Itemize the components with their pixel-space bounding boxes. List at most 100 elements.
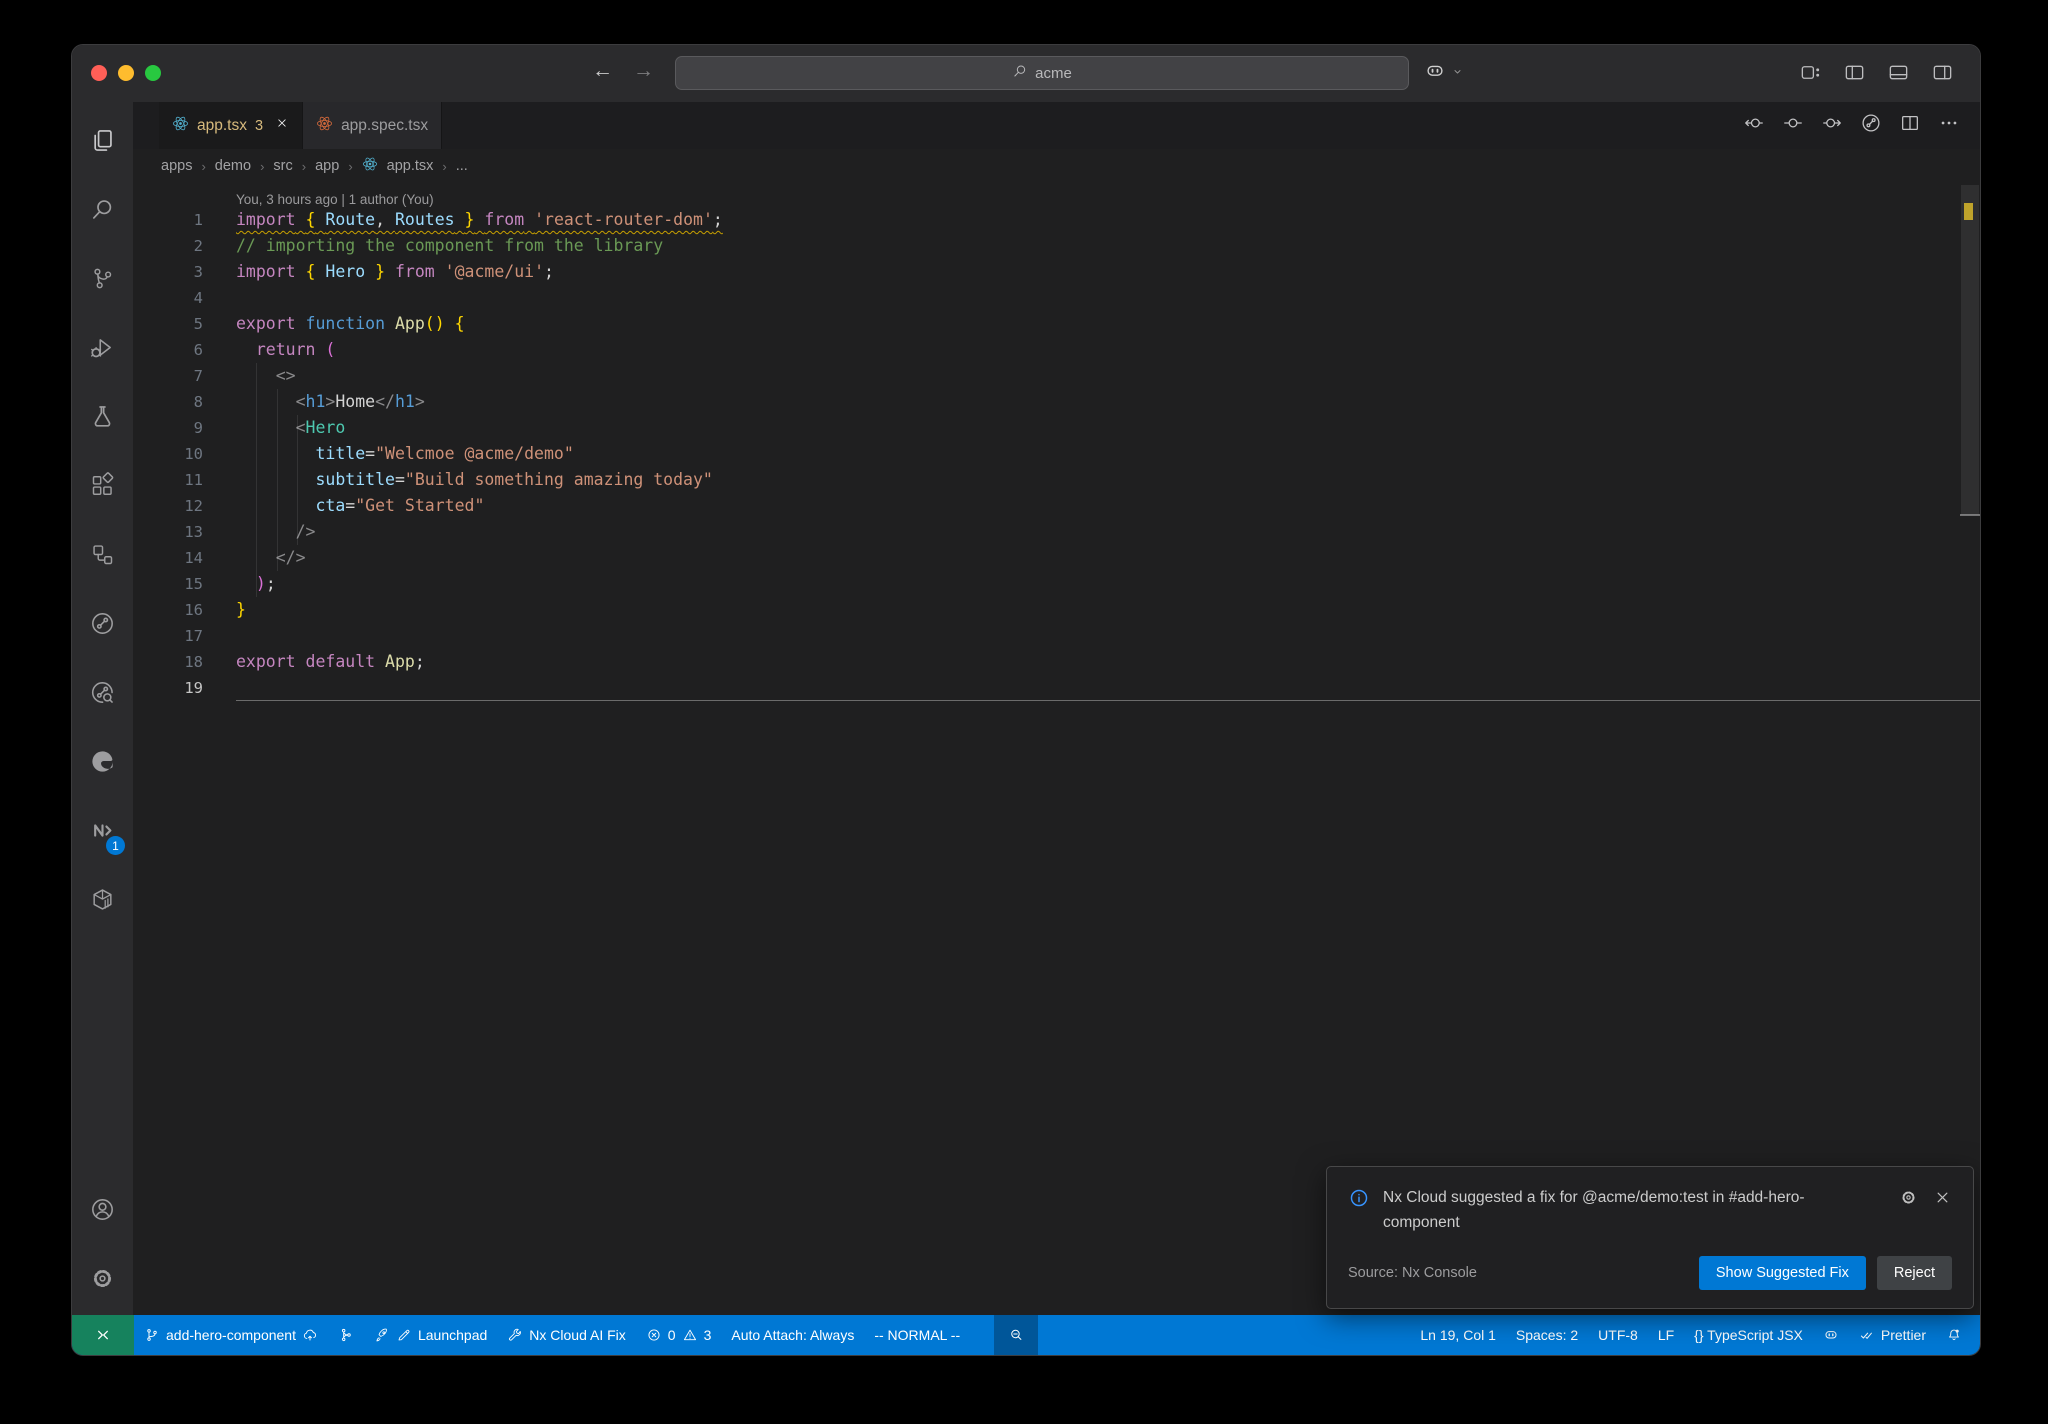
status-text: {} TypeScript JSX (1694, 1327, 1803, 1343)
notification-close-icon[interactable] (1933, 1188, 1952, 1212)
back-arrow-icon[interactable]: ← (592, 59, 613, 83)
code-line[interactable]: 11 subtitle="Build something amazing tod… (133, 467, 1980, 493)
status-text: -- NORMAL -- (874, 1327, 961, 1343)
status-item-git-branch[interactable]: add-hero-component (134, 1315, 328, 1355)
notification-settings-gear-icon[interactable] (1899, 1188, 1918, 1212)
line-number: 13 (184, 523, 203, 541)
nav-forward-icon[interactable] (1821, 112, 1843, 139)
status-item-notifications-bell[interactable] (1936, 1315, 1972, 1355)
code-line[interactable]: 16} (133, 597, 1980, 623)
status-item-source-control-graph[interactable] (328, 1315, 364, 1355)
activity-item-edge-browser[interactable] (72, 729, 133, 798)
customize-layout-icon[interactable] (1799, 61, 1822, 89)
toggle-secondary-sidebar-icon[interactable] (1931, 61, 1954, 89)
breadcrumb-item[interactable]: apps (161, 158, 192, 174)
copilot-icon (1424, 60, 1446, 87)
code-line[interactable]: 6 return ( (133, 337, 1980, 363)
code-line[interactable]: 8 <h1>Home</h1> (133, 389, 1980, 415)
tab-bar: app.tsx 3 app.spec.tsx (133, 102, 1980, 149)
status-item-encoding[interactable]: UTF-8 (1588, 1315, 1648, 1355)
warning-icon (682, 1327, 698, 1343)
status-item-cursor-position[interactable]: Ln 19, Col 1 (1410, 1315, 1506, 1355)
code-editor[interactable]: You, 3 hours ago | 1 author (You) 1 impor… (133, 183, 1980, 1315)
scrollbar[interactable] (1960, 183, 1980, 1315)
code-line[interactable]: 18 export default App; (133, 649, 1980, 675)
code-line[interactable]: 5 export function App() { (133, 311, 1980, 337)
status-right-group: Ln 19, Col 1 Spaces: 2 UTF-8 LF {} TypeScrip… (1410, 1315, 1980, 1355)
breadcrumb-symbol[interactable]: ... (456, 158, 468, 174)
vscode-window: ← → acme 1 app.tsx 3 app.spec.tsx apps ›… (71, 44, 1981, 1356)
code-line[interactable]: 9 <Hero (133, 415, 1980, 441)
search-icon (89, 196, 116, 228)
more-actions-icon[interactable] (1938, 112, 1960, 139)
tab-app-spec-tsx[interactable]: app.spec.tsx (303, 102, 443, 149)
code-line[interactable]: 13 /> (133, 519, 1980, 545)
close-window-button[interactable] (91, 65, 107, 81)
status-item-copilot-status[interactable] (1813, 1315, 1849, 1355)
breadcrumb-separator: › (201, 158, 206, 174)
status-item-vim-mode[interactable]: -- NORMAL -- (864, 1315, 970, 1355)
activity-item-nx-console[interactable]: 1 (72, 798, 133, 867)
activity-item-extensions[interactable] (72, 453, 133, 522)
blame-annotation: You, 3 hours ago | 1 author (You) (236, 192, 434, 207)
nav-current-icon[interactable] (1782, 112, 1804, 139)
activity-item-search[interactable] (72, 177, 133, 246)
copilot-icon (1823, 1327, 1839, 1343)
status-item-eol[interactable]: LF (1648, 1315, 1684, 1355)
toggle-panel-icon[interactable] (1887, 61, 1910, 89)
code-line[interactable]: 4 (133, 285, 1980, 311)
code-line[interactable]: 3 import { Hero } from '@acme/ui'; (133, 259, 1980, 285)
code-line[interactable]: 12 cta="Get Started" (133, 493, 1980, 519)
activity-item-references[interactable] (72, 522, 133, 591)
breadcrumb-item[interactable]: demo (215, 158, 251, 174)
status-text: Auto Attach: Always (731, 1327, 855, 1343)
forward-arrow-icon[interactable]: → (633, 59, 654, 83)
breadcrumb-item[interactable]: src (273, 158, 292, 174)
copilot-menu[interactable] (1424, 60, 1465, 87)
code-line[interactable]: 1 import { Route, Routes } from 'react-ro… (133, 207, 1980, 233)
tab-app-tsx[interactable]: app.tsx 3 (159, 102, 304, 149)
activity-item-run-and-debug[interactable] (72, 315, 133, 384)
run-target-icon[interactable] (1860, 112, 1882, 139)
status-item-zoom-indicator[interactable] (994, 1315, 1039, 1355)
status-item-auto-attach[interactable]: Auto Attach: Always (721, 1315, 864, 1355)
status-item-language-mode[interactable]: {} TypeScript JSX (1684, 1315, 1813, 1355)
status-item-prettier[interactable]: Prettier (1849, 1315, 1936, 1355)
split-editor-icon[interactable] (1899, 112, 1921, 139)
code-line[interactable]: 17 (133, 623, 1980, 649)
activity-item-container-tools[interactable] (72, 867, 133, 936)
zoom-window-button[interactable] (145, 65, 161, 81)
status-item-nx-cloud-ai-fix[interactable]: Nx Cloud AI Fix (497, 1315, 635, 1355)
status-item-remote-window[interactable] (72, 1315, 134, 1355)
status-item-problems[interactable]: 03 (636, 1315, 722, 1355)
code-line[interactable]: 14 </> (133, 545, 1980, 571)
activity-item-testing[interactable] (72, 384, 133, 453)
activity-item-nx-graph[interactable] (72, 591, 133, 660)
code-line[interactable]: 7 <> (133, 363, 1980, 389)
activity-item-explorer[interactable] (72, 108, 133, 177)
scrollbar-slider[interactable] (1961, 185, 1979, 515)
toggle-primary-sidebar-icon[interactable] (1843, 61, 1866, 89)
activity-item-nx-project-details[interactable] (72, 660, 133, 729)
activity-item-source-control[interactable] (72, 246, 133, 315)
code-line[interactable]: 10 title="Welcmoe @acme/demo" (133, 441, 1980, 467)
nav-back-icon[interactable] (1743, 112, 1765, 139)
show-suggested-fix-button[interactable]: Show Suggested Fix (1698, 1256, 1866, 1290)
code-line[interactable]: 2// importing the component from the lib… (133, 233, 1980, 259)
code-line[interactable]: 15 ); (133, 571, 1980, 597)
line-number: 16 (184, 601, 203, 619)
status-item-indentation[interactable]: Spaces: 2 (1506, 1315, 1588, 1355)
minimize-window-button[interactable] (118, 65, 134, 81)
breadcrumb-file[interactable]: app.tsx (387, 158, 434, 174)
code-line[interactable]: 19 (133, 675, 1980, 701)
status-text: Nx Cloud AI Fix (529, 1327, 626, 1343)
close-icon[interactable] (275, 116, 289, 135)
breadcrumb-item[interactable]: app (315, 158, 339, 174)
tabs: app.tsx 3 app.spec.tsx (159, 102, 443, 149)
activity-item-settings[interactable] (72, 1246, 133, 1315)
source-control-icon (89, 265, 116, 297)
activity-item-accounts[interactable] (72, 1177, 133, 1246)
command-center-search[interactable]: acme (675, 56, 1409, 90)
reject-button[interactable]: Reject (1876, 1256, 1952, 1290)
status-item-launchpad[interactable]: Launchpad (364, 1315, 497, 1355)
